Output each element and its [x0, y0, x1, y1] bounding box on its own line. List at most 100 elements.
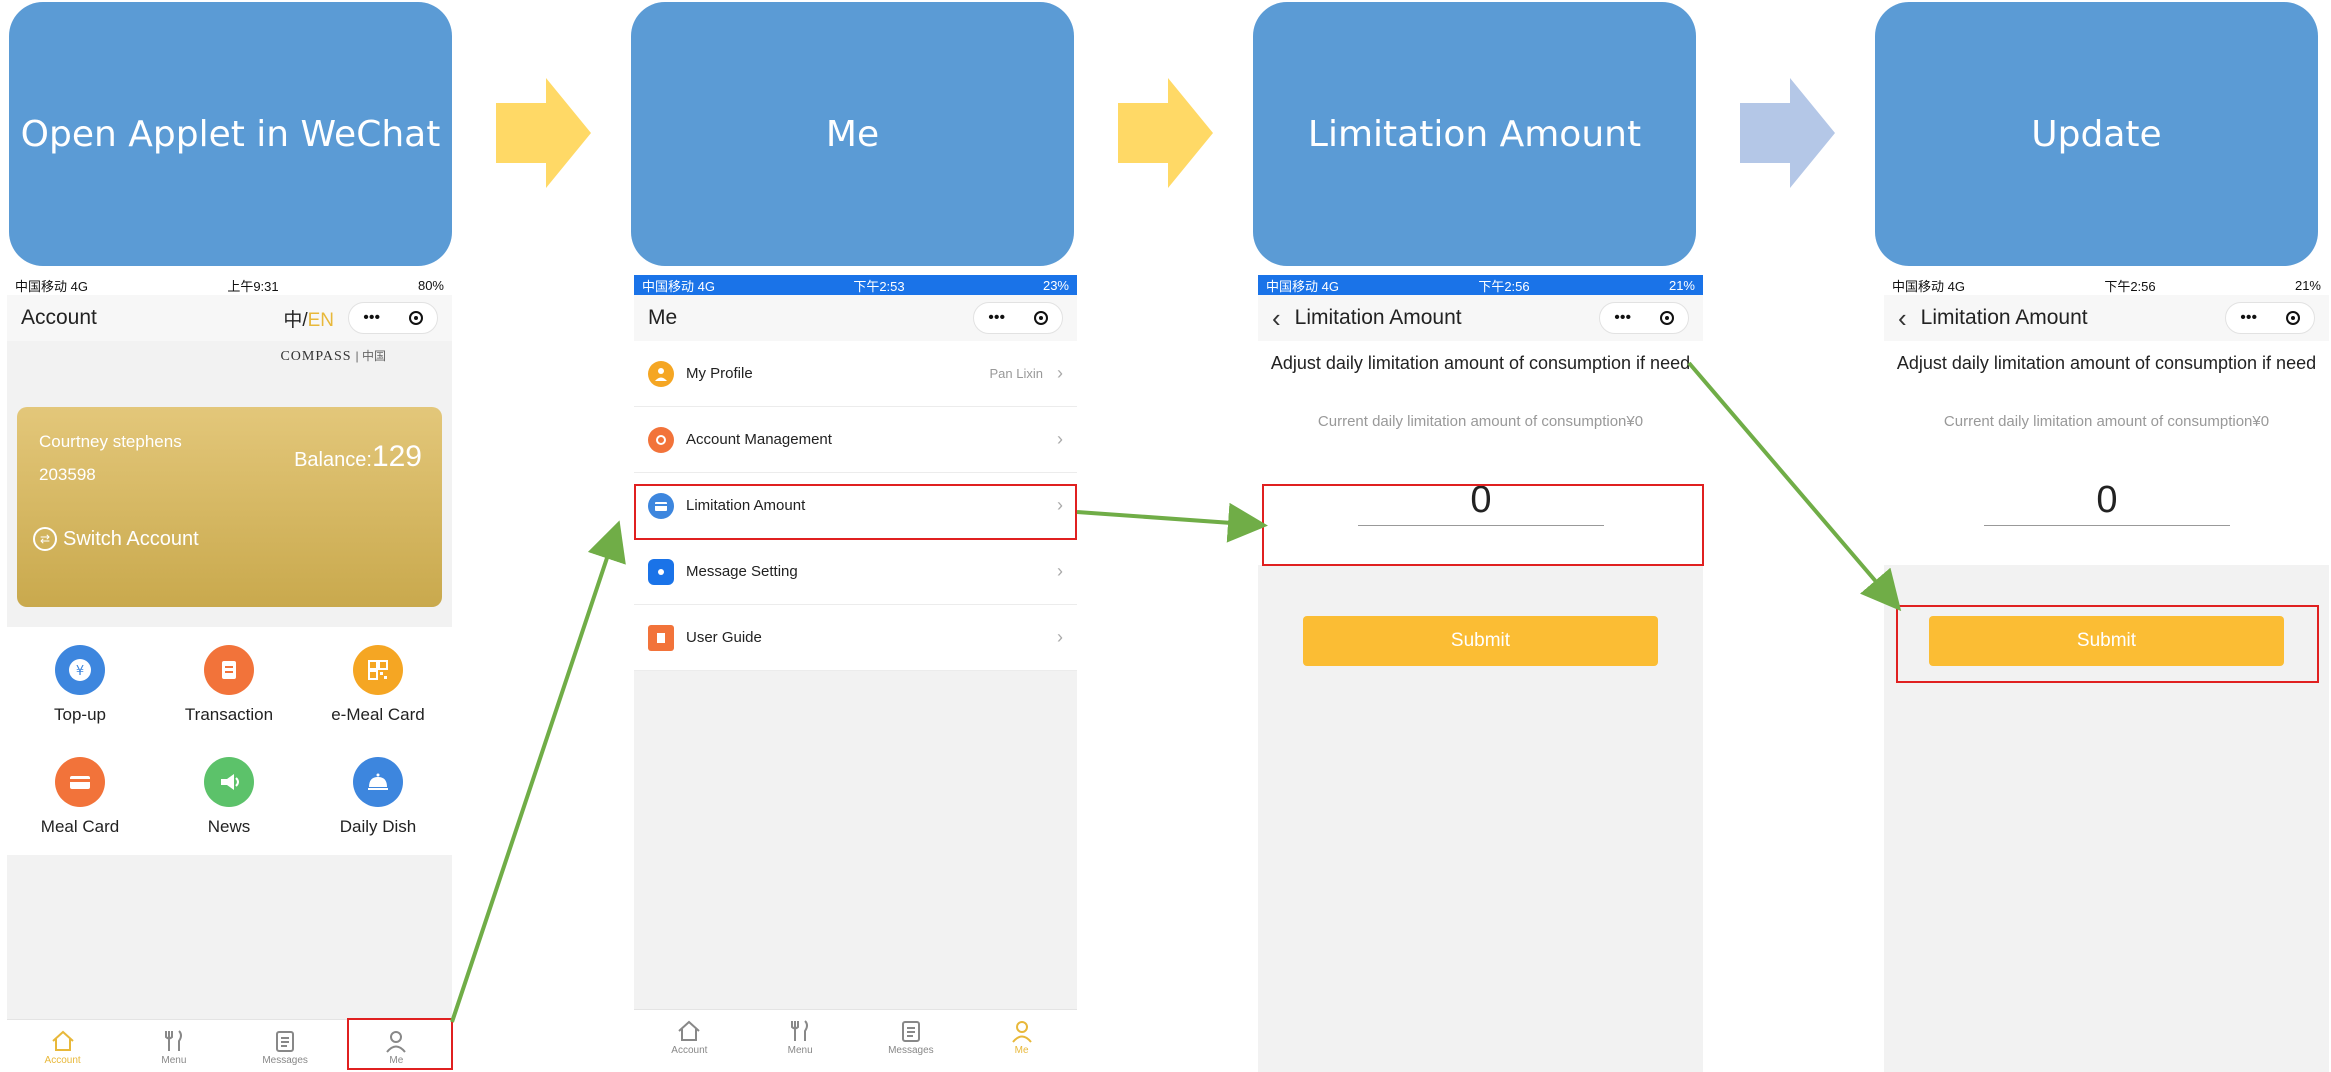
- nav-bar: ‹ Limitation Amount •••: [1258, 295, 1703, 341]
- tab-account[interactable]: Account: [7, 1027, 118, 1066]
- step-label: Limitation Amount: [1307, 113, 1642, 155]
- card-id: 203598: [39, 465, 96, 484]
- menu-label: My Profile: [686, 365, 753, 382]
- grid-item-transaction[interactable]: Transaction: [169, 645, 289, 725]
- step-label: Open Applet in WeChat: [20, 113, 441, 155]
- more-icon[interactable]: •••: [1614, 309, 1631, 327]
- step-arrow-2: [1118, 78, 1213, 188]
- submit-button[interactable]: Submit: [1303, 616, 1658, 666]
- page-title: Account: [21, 306, 97, 329]
- status-carrier: 中国移动 4G: [642, 278, 715, 294]
- transaction-icon: [204, 645, 254, 695]
- menu-row-account-management[interactable]: Account Management ›: [634, 407, 1077, 473]
- tab-menu[interactable]: Menu: [745, 1017, 856, 1056]
- megaphone-icon: [204, 757, 254, 807]
- step-box-limitation-amount: Limitation Amount: [1253, 2, 1696, 266]
- capsule-menu[interactable]: •••: [348, 302, 438, 334]
- menu-row-user-guide[interactable]: User Guide ›: [634, 605, 1077, 671]
- book-icon: [648, 624, 674, 651]
- highlight-submit-button: [1896, 605, 2319, 683]
- tab-bar: Account Menu Messages Me: [634, 1009, 1077, 1062]
- status-time: 上午9:31: [227, 278, 279, 294]
- nav-bar: Me •••: [634, 295, 1077, 341]
- nav-bar: ‹ Limitation Amount •••: [1884, 295, 2329, 341]
- close-applet-icon[interactable]: [1659, 311, 1674, 325]
- card-balance: Balance: 129: [294, 440, 422, 474]
- tab-messages[interactable]: Messages: [230, 1027, 341, 1066]
- amount-input[interactable]: 0: [1984, 475, 2230, 526]
- cloche-icon: [353, 757, 403, 807]
- balance-label: Balance:: [294, 449, 372, 471]
- grid-label: Meal Card: [40, 817, 120, 836]
- grid-item-meal-card[interactable]: Meal Card: [20, 757, 140, 837]
- highlight-amount-input: [1262, 484, 1704, 566]
- more-icon[interactable]: •••: [988, 309, 1005, 327]
- fork-knife-icon: [791, 1019, 809, 1041]
- close-applet-icon[interactable]: [2285, 311, 2300, 325]
- lang-zh: 中/: [283, 309, 308, 331]
- page-title: Limitation Amount: [1294, 306, 1462, 329]
- grid-item-news[interactable]: News: [169, 757, 289, 837]
- status-time: 下午2:56: [2104, 278, 2156, 294]
- status-carrier: 中国移动 4G: [15, 278, 88, 294]
- page-title: Me: [648, 306, 678, 329]
- status-bar: 中国移动 4G 下午2:56 21%: [1258, 275, 1703, 295]
- capsule-menu[interactable]: •••: [2225, 302, 2315, 334]
- capsule-menu[interactable]: •••: [973, 302, 1063, 334]
- menu-label: Account Management: [686, 431, 832, 448]
- tab-messages[interactable]: Messages: [856, 1017, 967, 1056]
- tab-label: Account: [671, 1044, 708, 1056]
- grid-label: e-Meal Card: [331, 705, 425, 724]
- profile-icon: [648, 360, 674, 387]
- qr-code-icon: [353, 645, 403, 695]
- back-arrow-icon[interactable]: ‹: [1898, 303, 1907, 334]
- language-toggle[interactable]: 中/EN: [283, 305, 334, 332]
- screen-limitation-amount: 中国移动 4G 下午2:56 21% ‹ Limitation Amount ••…: [1258, 275, 1703, 1072]
- card-name: Courtney stephens: [39, 432, 182, 451]
- tab-me[interactable]: Me: [966, 1017, 1077, 1056]
- function-grid: ¥ Top-up Transaction e-Meal Card Meal Ca…: [7, 627, 452, 855]
- svg-text:¥: ¥: [76, 664, 84, 679]
- grid-item-emeal-card[interactable]: e-Meal Card: [318, 645, 438, 725]
- close-applet-icon[interactable]: [408, 311, 423, 325]
- menu-row-message-setting[interactable]: Message Setting ›: [634, 539, 1077, 605]
- menu-row-my-profile[interactable]: My Profile Pan Lixin ›: [634, 341, 1077, 407]
- back-arrow-icon[interactable]: ‹: [1272, 303, 1281, 334]
- topup-icon: ¥: [55, 645, 105, 695]
- capsule-menu[interactable]: •••: [1599, 302, 1689, 334]
- switch-icon: ⇄: [33, 527, 57, 551]
- lang-en: EN: [307, 309, 334, 331]
- grid-label: Transaction: [184, 705, 274, 724]
- compass-logo: COMPASS | 中国: [280, 347, 386, 365]
- tab-label: Menu: [161, 1054, 187, 1066]
- tab-account[interactable]: Account: [634, 1017, 745, 1056]
- status-carrier: 中国移动 4G: [1892, 278, 1965, 294]
- more-icon[interactable]: •••: [2240, 309, 2257, 327]
- status-bar: 中国移动 4G 下午2:53 23%: [634, 275, 1077, 295]
- more-icon[interactable]: •••: [363, 309, 380, 327]
- account-card: Courtney stephens 203598 Balance: 129 ⇄ …: [17, 407, 442, 607]
- step-box-update: Update: [1875, 2, 2318, 266]
- close-applet-icon[interactable]: [1033, 311, 1048, 325]
- status-battery: 80%: [417, 277, 444, 293]
- grid-item-daily-dish[interactable]: Daily Dish: [318, 757, 438, 837]
- compass-logo-text: COMPASS: [280, 349, 352, 364]
- home-icon: [678, 1020, 701, 1041]
- limit-description: Adjust daily limitation amount of consum…: [1270, 353, 1691, 373]
- page-title: Limitation Amount: [1920, 306, 2088, 329]
- screen-account: 中国移动 4G 上午9:31 80% Account 中/EN ••• COMP…: [7, 275, 452, 1072]
- current-limit-text: Current daily limitation amount of consu…: [1317, 413, 1644, 430]
- status-bar: 中国移动 4G 上午9:31 80%: [7, 275, 452, 295]
- tab-menu[interactable]: Menu: [118, 1027, 229, 1066]
- tab-label: Messages: [888, 1044, 934, 1056]
- status-carrier: 中国移动 4G: [1266, 278, 1339, 294]
- step-arrow-3: [1740, 78, 1835, 188]
- flow-arrow-me-to-limitation: [450, 520, 626, 1023]
- switch-account-button[interactable]: ⇄ Switch Account: [33, 527, 199, 551]
- limit-description: Adjust daily limitation amount of consum…: [1896, 353, 2317, 373]
- menu-label: Message Setting: [686, 563, 798, 580]
- grid-label: Top-up: [54, 705, 106, 724]
- grid-label: Daily Dish: [339, 817, 417, 836]
- grid-item-topup[interactable]: ¥ Top-up: [20, 645, 140, 725]
- screen-me: 中国移动 4G 下午2:53 23% Me ••• My Profile Pan…: [634, 275, 1077, 1062]
